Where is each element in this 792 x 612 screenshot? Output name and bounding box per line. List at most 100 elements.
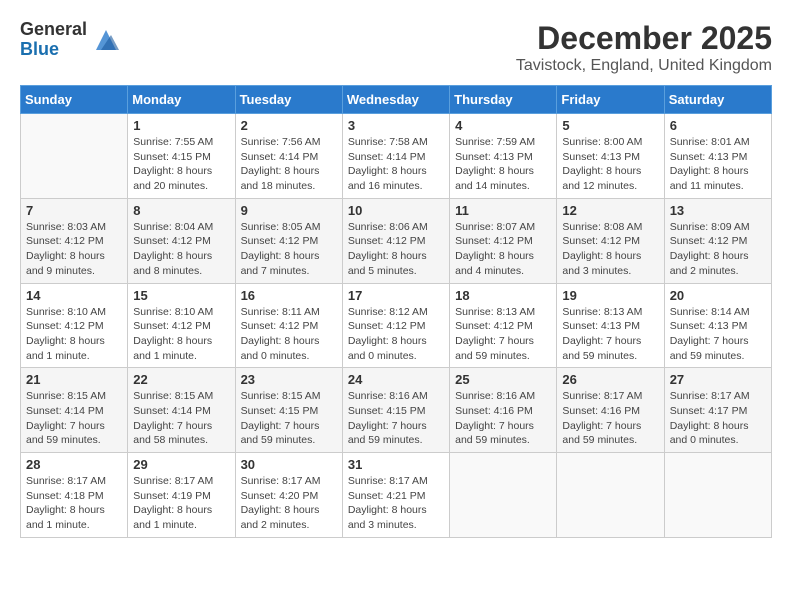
day-number: 8 — [133, 203, 229, 218]
calendar-day-header: Saturday — [664, 86, 771, 114]
calendar-cell: 11 Sunrise: 8:07 AMSunset: 4:12 PMDayligh… — [450, 198, 557, 283]
day-number: 20 — [670, 288, 766, 303]
day-number: 13 — [670, 203, 766, 218]
logo: General Blue — [20, 20, 121, 60]
day-info: Sunrise: 8:10 AMSunset: 4:12 PMDaylight:… — [26, 305, 122, 364]
calendar-cell: 5 Sunrise: 8:00 AMSunset: 4:13 PMDaylight… — [557, 114, 664, 199]
calendar-day-header: Monday — [128, 86, 235, 114]
day-number: 24 — [348, 372, 444, 387]
logo-general: General — [20, 20, 87, 40]
calendar-day-header: Thursday — [450, 86, 557, 114]
day-info: Sunrise: 8:14 AMSunset: 4:13 PMDaylight:… — [670, 305, 766, 364]
day-number: 23 — [241, 372, 337, 387]
day-info: Sunrise: 8:17 AMSunset: 4:17 PMDaylight:… — [670, 389, 766, 448]
day-number: 19 — [562, 288, 658, 303]
calendar-cell: 15Sunrise: 8:10 AMSunset: 4:12 PMDayligh… — [128, 283, 235, 368]
calendar-cell — [21, 114, 128, 199]
day-info: Sunrise: 8:13 AMSunset: 4:12 PMDaylight:… — [455, 305, 551, 364]
day-number: 6 — [670, 118, 766, 133]
calendar-cell: 14 Sunrise: 8:10 AMSunset: 4:12 PMDayligh… — [21, 283, 128, 368]
calendar-day-header: Tuesday — [235, 86, 342, 114]
day-number: 28 — [26, 457, 122, 472]
logo-blue: Blue — [20, 40, 87, 60]
calendar-cell: 24 Sunrise: 8:16 AMSunset: 4:15 PMDayligh… — [342, 368, 449, 453]
day-number: 26 — [562, 372, 658, 387]
calendar-cell: 28Sunrise: 8:17 AMSunset: 4:18 PMDayligh… — [21, 453, 128, 538]
day-number: 31 — [348, 457, 444, 472]
day-info: Sunrise: 8:17 AMSunset: 4:20 PMDaylight:… — [241, 474, 337, 533]
calendar-cell: 3 Sunrise: 7:58 AMSunset: 4:14 PMDaylight… — [342, 114, 449, 199]
day-info: Sunrise: 8:15 AMSunset: 4:15 PMDaylight:… — [241, 389, 337, 448]
day-info: Sunrise: 8:00 AMSunset: 4:13 PMDaylight:… — [562, 135, 658, 194]
calendar-cell: 2 Sunrise: 7:56 AMSunset: 4:14 PMDaylight… — [235, 114, 342, 199]
day-info: Sunrise: 8:15 AMSunset: 4:14 PMDaylight:… — [26, 389, 122, 448]
calendar-cell: 18Sunrise: 8:13 AMSunset: 4:12 PMDayligh… — [450, 283, 557, 368]
calendar-cell: 17 Sunrise: 8:12 AMSunset: 4:12 PMDayligh… — [342, 283, 449, 368]
calendar-cell: 23 Sunrise: 8:15 AMSunset: 4:15 PMDayligh… — [235, 368, 342, 453]
logo-text: General Blue — [20, 20, 87, 60]
calendar-cell: 4 Sunrise: 7:59 AMSunset: 4:13 PMDaylight… — [450, 114, 557, 199]
day-info: Sunrise: 8:16 AMSunset: 4:15 PMDaylight:… — [348, 389, 444, 448]
day-number: 11 — [455, 203, 551, 218]
title-section: December 2025 Tavistock, England, United… — [516, 20, 772, 75]
day-number: 22 — [133, 372, 229, 387]
calendar-cell: 8 Sunrise: 8:04 AMSunset: 4:12 PMDaylight… — [128, 198, 235, 283]
day-number: 16 — [241, 288, 337, 303]
calendar-cell — [557, 453, 664, 538]
day-info: Sunrise: 7:59 AMSunset: 4:13 PMDaylight:… — [455, 135, 551, 194]
day-number: 12 — [562, 203, 658, 218]
calendar-week-row: 7Sunrise: 8:03 AMSunset: 4:12 PMDaylight… — [21, 198, 772, 283]
day-number: 21 — [26, 372, 122, 387]
day-number: 30 — [241, 457, 337, 472]
calendar-cell: 21 Sunrise: 8:15 AMSunset: 4:14 PMDayligh… — [21, 368, 128, 453]
day-info: Sunrise: 8:04 AMSunset: 4:12 PMDaylight:… — [133, 220, 229, 279]
calendar-week-row: 28Sunrise: 8:17 AMSunset: 4:18 PMDayligh… — [21, 453, 772, 538]
day-info: Sunrise: 7:55 AMSunset: 4:15 PMDaylight:… — [133, 135, 229, 194]
calendar-header-row: SundayMondayTuesdayWednesdayThursdayFrid… — [21, 86, 772, 114]
calendar-cell: 13 Sunrise: 8:09 AMSunset: 4:12 PMDayligh… — [664, 198, 771, 283]
calendar-cell: 9Sunrise: 8:05 AMSunset: 4:12 PMDaylight… — [235, 198, 342, 283]
day-info: Sunrise: 8:10 AMSunset: 4:12 PMDaylight:… — [133, 305, 229, 364]
day-number: 5 — [562, 118, 658, 133]
day-info: Sunrise: 8:16 AMSunset: 4:16 PMDaylight:… — [455, 389, 551, 448]
day-number: 17 — [348, 288, 444, 303]
calendar-cell: 6 Sunrise: 8:01 AMSunset: 4:13 PMDaylight… — [664, 114, 771, 199]
calendar-cell: 7Sunrise: 8:03 AMSunset: 4:12 PMDaylight… — [21, 198, 128, 283]
calendar-day-header: Wednesday — [342, 86, 449, 114]
calendar-table: SundayMondayTuesdayWednesdayThursdayFrid… — [20, 85, 772, 538]
location: Tavistock, England, United Kingdom — [516, 57, 772, 75]
day-number: 3 — [348, 118, 444, 133]
day-info: Sunrise: 7:58 AMSunset: 4:14 PMDaylight:… — [348, 135, 444, 194]
day-info: Sunrise: 8:07 AMSunset: 4:12 PMDaylight:… — [455, 220, 551, 279]
day-number: 2 — [241, 118, 337, 133]
day-number: 1 — [133, 118, 229, 133]
day-info: Sunrise: 8:17 AMSunset: 4:21 PMDaylight:… — [348, 474, 444, 533]
day-info: Sunrise: 8:12 AMSunset: 4:12 PMDaylight:… — [348, 305, 444, 364]
day-number: 14 — [26, 288, 122, 303]
calendar-cell: 26Sunrise: 8:17 AMSunset: 4:16 PMDayligh… — [557, 368, 664, 453]
calendar-cell: 16Sunrise: 8:11 AMSunset: 4:12 PMDayligh… — [235, 283, 342, 368]
calendar-week-row: 1 Sunrise: 7:55 AMSunset: 4:15 PMDaylight… — [21, 114, 772, 199]
calendar-day-header: Friday — [557, 86, 664, 114]
day-info: Sunrise: 8:13 AMSunset: 4:13 PMDaylight:… — [562, 305, 658, 364]
calendar-cell — [450, 453, 557, 538]
day-info: Sunrise: 7:56 AMSunset: 4:14 PMDaylight:… — [241, 135, 337, 194]
day-info: Sunrise: 8:03 AMSunset: 4:12 PMDaylight:… — [26, 220, 122, 279]
day-number: 27 — [670, 372, 766, 387]
day-number: 4 — [455, 118, 551, 133]
calendar-cell: 25 Sunrise: 8:16 AMSunset: 4:16 PMDayligh… — [450, 368, 557, 453]
calendar-cell: 20 Sunrise: 8:14 AMSunset: 4:13 PMDayligh… — [664, 283, 771, 368]
logo-icon — [91, 25, 121, 55]
day-info: Sunrise: 8:09 AMSunset: 4:12 PMDaylight:… — [670, 220, 766, 279]
calendar-cell: 27 Sunrise: 8:17 AMSunset: 4:17 PMDayligh… — [664, 368, 771, 453]
day-number: 25 — [455, 372, 551, 387]
calendar-cell: 1 Sunrise: 7:55 AMSunset: 4:15 PMDaylight… — [128, 114, 235, 199]
calendar-cell: 10Sunrise: 8:06 AMSunset: 4:12 PMDayligh… — [342, 198, 449, 283]
calendar-week-row: 21 Sunrise: 8:15 AMSunset: 4:14 PMDayligh… — [21, 368, 772, 453]
day-info: Sunrise: 8:01 AMSunset: 4:13 PMDaylight:… — [670, 135, 766, 194]
calendar-cell: 12Sunrise: 8:08 AMSunset: 4:12 PMDayligh… — [557, 198, 664, 283]
day-info: Sunrise: 8:15 AMSunset: 4:14 PMDaylight:… — [133, 389, 229, 448]
day-info: Sunrise: 8:06 AMSunset: 4:12 PMDaylight:… — [348, 220, 444, 279]
calendar-cell: 30 Sunrise: 8:17 AMSunset: 4:20 PMDayligh… — [235, 453, 342, 538]
page-header: General Blue December 2025 Tavistock, En… — [20, 20, 772, 75]
